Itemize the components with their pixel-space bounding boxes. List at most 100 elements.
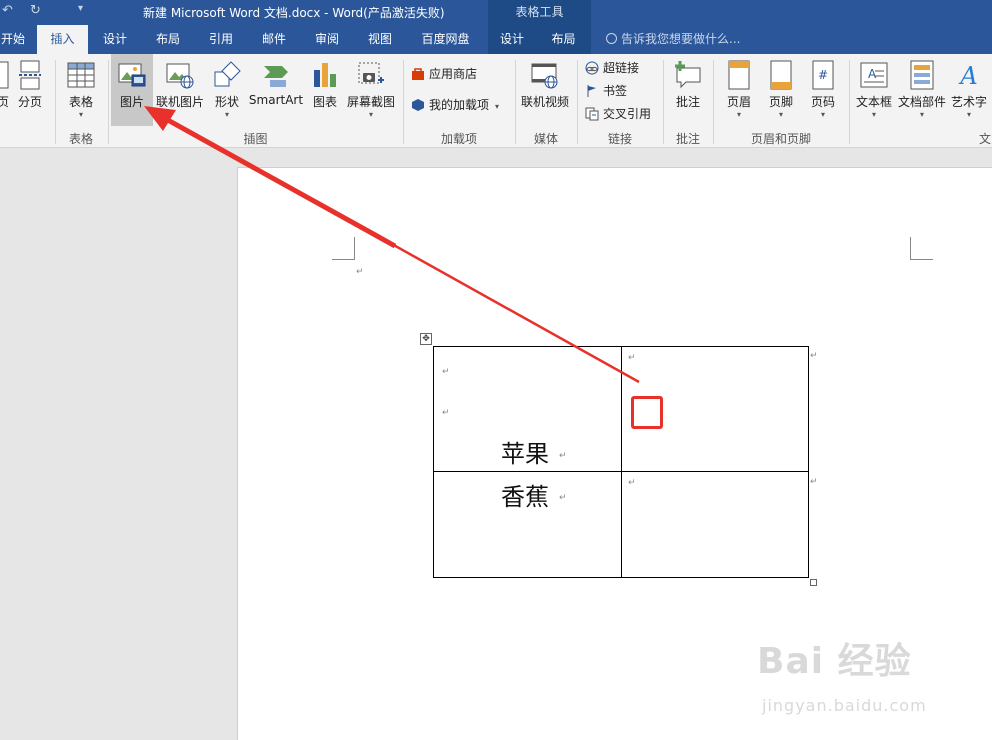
cross-reference-label: 交叉引用 [603,107,652,121]
paragraph-mark: ↵ [559,493,567,503]
tell-me-text: 告诉我您想要做什么... [621,32,741,46]
shapes-label: 形状 [214,95,239,109]
tab-mailings[interactable]: 邮件 [256,25,292,54]
my-addins-button[interactable]: 我的加载项 ▾ [411,95,499,115]
wordart-button[interactable]: A 艺术字 ▾ [949,60,989,119]
page-number-icon: # [809,60,837,90]
comment-label: 批注 [675,95,700,109]
screenshot-button[interactable]: 屏幕截图 ▾ [345,60,397,119]
bookmark-button[interactable]: 书签 [585,81,627,101]
footer-button[interactable]: 页脚 ▾ [764,60,798,119]
bookmark-icon [585,84,599,98]
title-bar: ↶ ↻ ▾ 新建 Microsoft Word 文档.docx - Word(产… [0,0,992,25]
tab-baidu-netdisk[interactable]: 百度网盘 [413,25,478,54]
footer-icon [767,60,795,90]
my-addins-label: 我的加载项 [429,98,490,112]
tab-table-design[interactable]: 设计 [488,25,536,54]
tab-design[interactable]: 设计 [97,25,133,54]
page-break-button[interactable]: 分页 [14,60,46,110]
redo-icon[interactable]: ↻ [30,3,41,18]
page-break-label: 分页 [17,95,42,109]
table-column-divider [621,347,622,577]
table-resize-handle[interactable] [810,579,817,586]
lightbulb-icon [606,33,617,44]
header-button[interactable]: 页眉 ▾ [722,60,756,119]
table-tools-label: 表格工具 [488,0,591,25]
chevron-down-icon: ▾ [966,110,971,119]
bookmark-label: 书签 [603,84,628,98]
tab-layout[interactable]: 布局 [150,25,186,54]
baidu-watermark-url: jingyan.baidu.com [762,696,927,715]
chevron-down-icon: ▾ [871,110,876,119]
table-row-divider [434,471,808,472]
pictures-label: 图片 [119,95,144,109]
shapes-button[interactable]: 形状 ▾ [209,60,245,119]
store-icon [411,67,425,81]
textbox-icon: A [860,60,888,90]
textbox-button[interactable]: A 文本框 ▾ [853,60,895,119]
tab-insert[interactable]: 插入 [37,25,88,54]
document-table[interactable] [433,346,809,578]
tell-me-search[interactable]: 告诉我您想要做什么... [606,25,740,54]
paragraph-mark: ↵ [559,451,567,461]
tab-view[interactable]: 视图 [362,25,398,54]
ribbon-insert: 页 分页 表格 ▾ 表格 图片 联机图片 形状 ▾ SmartArt 图表 屏幕… [0,54,992,148]
store-button[interactable]: 应用商店 [411,64,477,84]
tab-home[interactable]: 开始 [0,25,26,54]
margin-corner-top-left [332,237,355,260]
screenshot-label: 屏幕截图 [346,95,395,109]
wordart-icon: A [955,60,983,90]
paragraph-mark: ↵ [810,477,818,487]
group-label-media: 媒体 [533,132,558,146]
undo-icon[interactable]: ↶ [2,3,13,18]
customize-icon[interactable]: ▾ [78,3,83,14]
chart-icon [311,60,339,90]
group-label-comments: 批注 [675,132,700,146]
chart-button[interactable]: 图表 [308,60,342,110]
tab-references[interactable]: 引用 [203,25,239,54]
chevron-down-icon: ▾ [778,110,783,119]
table-cell-apple[interactable]: 苹果 [501,434,549,469]
paragraph-mark: ↵ [442,408,450,418]
paragraph-mark: ↵ [810,351,818,361]
comment-icon [674,60,702,90]
page-number-label: 页码 [810,95,835,109]
chevron-down-icon: ▾ [919,110,924,119]
link-icon [585,61,599,75]
textbox-label: 文本框 [855,95,892,109]
baidu-watermark-logo: Bai 经验 [757,641,912,682]
chevron-down-icon: ▾ [736,110,741,119]
screenshot-icon [357,60,385,90]
paragraph-mark: ↵ [442,367,450,377]
smartart-button[interactable]: SmartArt [248,60,304,107]
store-label: 应用商店 [429,67,478,81]
table-icon [67,60,95,90]
online-picture-icon [166,60,194,90]
window-title: 新建 Microsoft Word 文档.docx - Word(产品激活失败) [143,6,445,20]
pictures-button[interactable]: 图片 [111,54,153,126]
hyperlink-button[interactable]: 超链接 [585,58,639,78]
online-video-button[interactable]: 联机视频 [518,60,572,110]
picture-icon [118,60,146,90]
online-video-label: 联机视频 [520,95,569,109]
svg-text:#: # [818,68,828,82]
online-pictures-button[interactable]: 联机图片 [154,60,206,110]
blank-page-button[interactable]: 页 [0,60,12,110]
new-comment-button[interactable]: 批注 [670,60,706,110]
svg-text:A: A [958,62,977,90]
chevron-down-icon: ▾ [224,110,229,119]
shapes-icon [213,60,241,90]
cross-reference-button[interactable]: 交叉引用 [585,104,651,124]
tab-table-layout[interactable]: 布局 [536,25,591,54]
page-number-button[interactable]: # 页码 ▾ [806,60,840,119]
quick-parts-button[interactable]: 文档部件 ▾ [897,60,947,119]
hyperlink-label: 超链接 [603,61,640,75]
page-icon [0,60,10,90]
margin-corner-top-right [910,237,933,260]
table-move-handle[interactable]: ✥ [420,333,432,345]
table-cell-banana[interactable]: 香蕉 [501,477,549,512]
tab-review[interactable]: 审阅 [309,25,345,54]
paragraph-mark: ↵ [356,267,364,277]
table-button[interactable]: 表格 ▾ [63,60,99,119]
online-video-icon [531,60,559,90]
